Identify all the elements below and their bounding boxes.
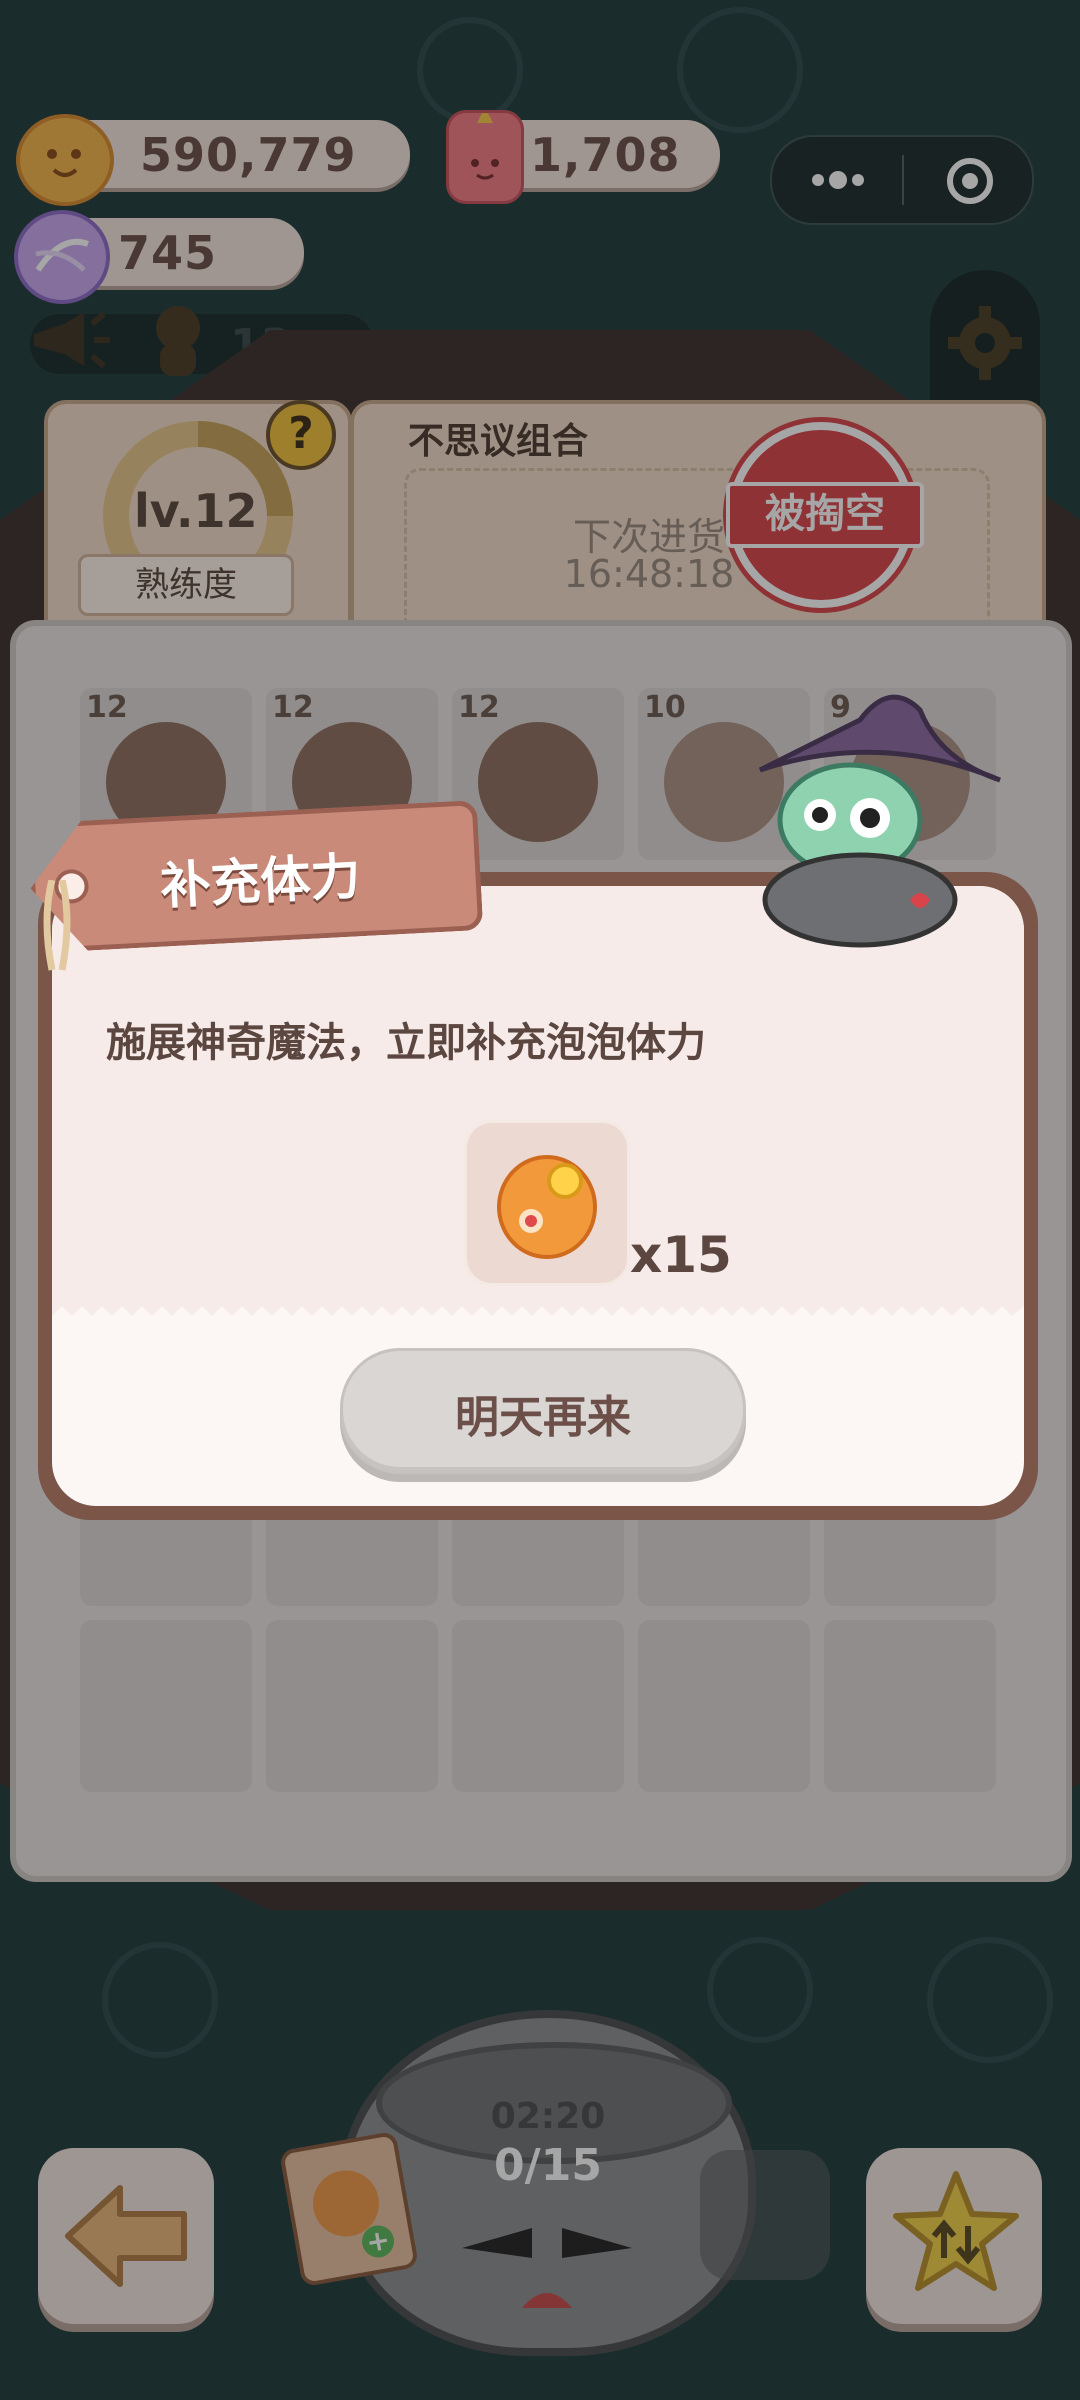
dialog-title: 补充体力 [159,847,362,916]
come-back-tomorrow-button[interactable]: 明天再来 [340,1348,746,1474]
reward-quantity: x15 [630,1226,732,1284]
orange-bubble-icon [497,1155,597,1259]
dialog-title-tag: 补充体力 [27,801,473,944]
witch-character [758,694,1001,948]
dialog-description: 施展神奇魔法，立即补充泡泡体力 [106,1020,706,1066]
reward-item-slot [464,1120,630,1286]
button-label: 明天再来 [455,1392,631,1443]
dialog-zigzag-divider [52,1306,1024,1326]
rope-icon [43,880,71,971]
